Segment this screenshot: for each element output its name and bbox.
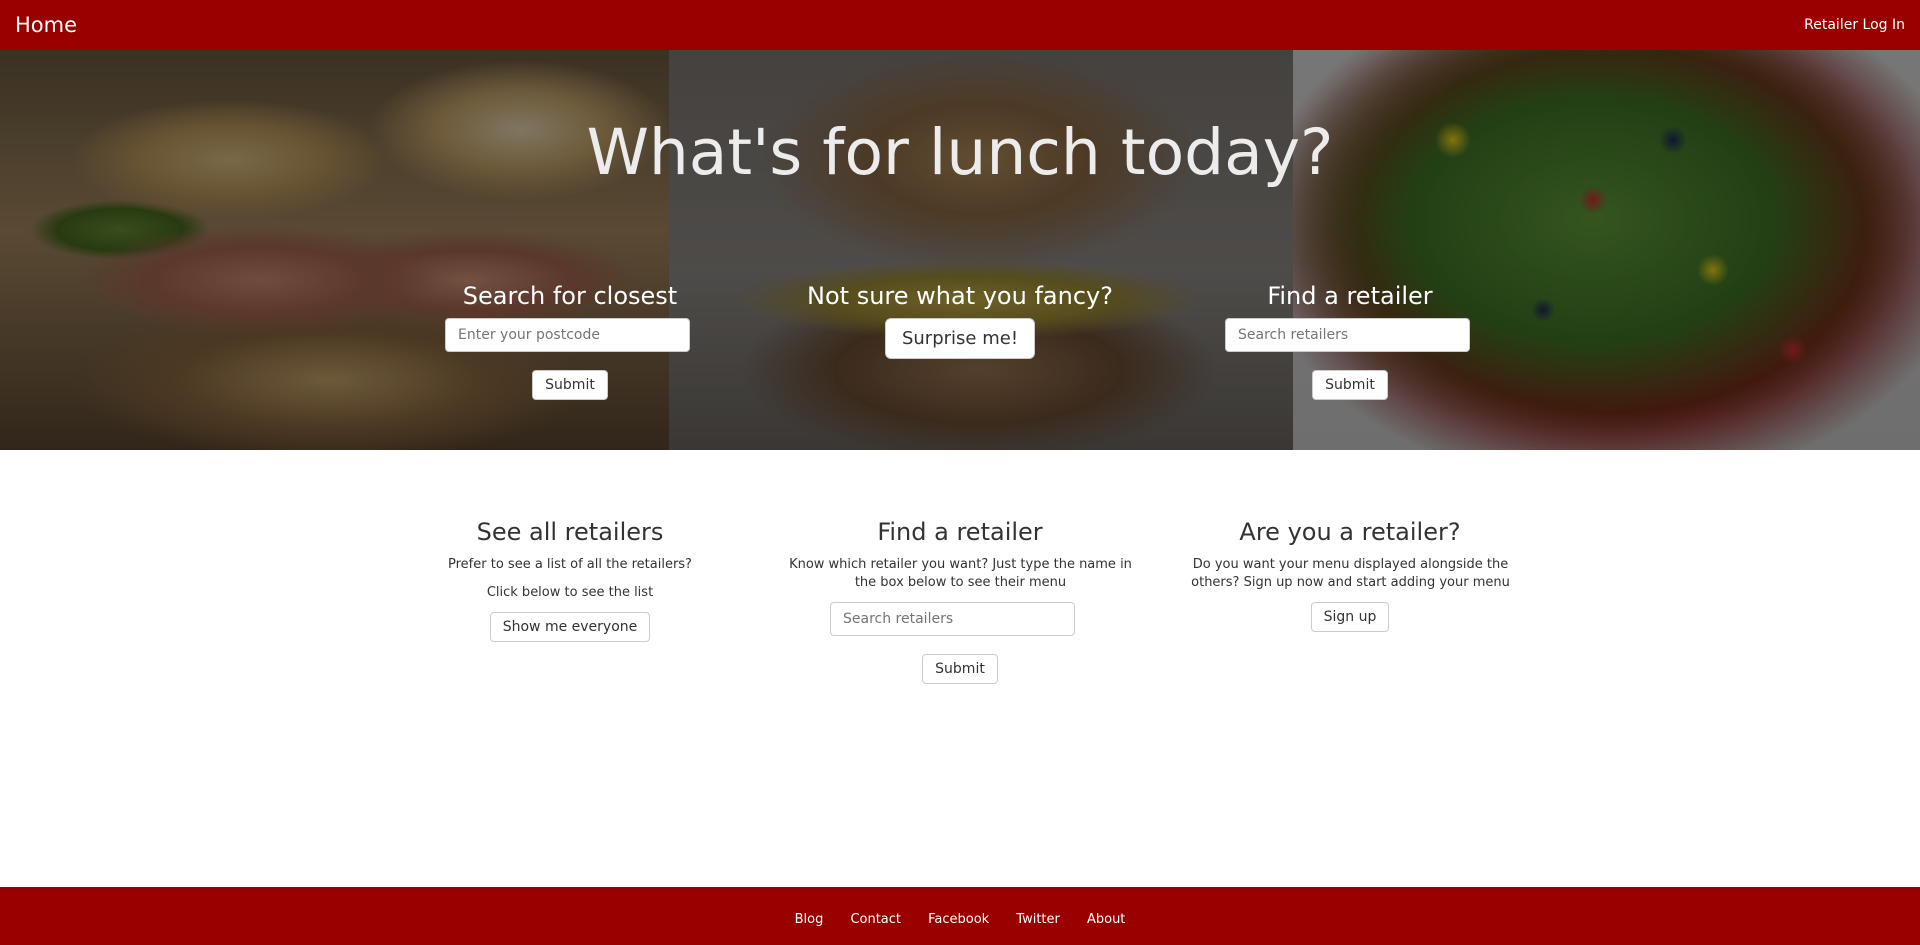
postcode-submit-button[interactable]: Submit xyxy=(532,370,608,400)
hero-find-retailer-section: Find a retailer Submit xyxy=(1170,282,1530,400)
postcode-input[interactable] xyxy=(445,318,690,352)
hero-banner: What's for lunch today? Search for close… xyxy=(0,50,1920,450)
are-you-retailer-section: Are you a retailer? Do you want your men… xyxy=(1170,518,1530,632)
hero-find-retailer-heading: Find a retailer xyxy=(1267,282,1433,310)
search-closest-section: Search for closest Submit xyxy=(390,282,750,400)
retailer-submit-button[interactable]: Submit xyxy=(922,654,998,684)
top-navbar: Home Retailer Log In xyxy=(0,0,1920,50)
hero-retailer-search-input[interactable] xyxy=(1225,318,1470,352)
retailer-search-input[interactable] xyxy=(830,602,1075,636)
are-you-retailer-heading: Are you a retailer? xyxy=(1239,518,1461,546)
see-all-heading: See all retailers xyxy=(476,518,664,546)
search-closest-heading: Search for closest xyxy=(462,282,678,310)
footer-link-blog[interactable]: Blog xyxy=(795,912,824,927)
sign-up-button[interactable]: Sign up xyxy=(1310,602,1390,632)
home-link[interactable]: Home xyxy=(15,13,77,37)
hero-overlay xyxy=(0,50,1920,450)
footer-link-contact[interactable]: Contact xyxy=(850,912,901,927)
show-everyone-button[interactable]: Show me everyone xyxy=(489,612,651,642)
see-all-text-2: Click below to see the list xyxy=(486,585,654,600)
footer-link-facebook[interactable]: Facebook xyxy=(928,912,989,927)
hero-title: What's for lunch today? xyxy=(586,116,1334,189)
find-retailer-section: Find a retailer Know which retailer you … xyxy=(780,518,1140,684)
find-retailer-heading: Find a retailer xyxy=(877,518,1043,546)
hero-retailer-submit-button[interactable]: Submit xyxy=(1312,370,1388,400)
surprise-heading: Not sure what you fancy? xyxy=(807,282,1113,310)
footer: Blog Contact Facebook Twitter About xyxy=(0,887,1920,945)
retailer-login-link[interactable]: Retailer Log In xyxy=(1804,17,1905,33)
see-all-retailers-section: See all retailers Prefer to see a list o… xyxy=(390,518,750,642)
footer-link-about[interactable]: About xyxy=(1087,912,1125,927)
surprise-me-button[interactable]: Surprise me! xyxy=(884,318,1036,359)
surprise-section: Not sure what you fancy? Surprise me! xyxy=(780,282,1140,359)
find-retailer-text: Know which retailer you want? Just type … xyxy=(789,557,1132,590)
see-all-text-1: Prefer to see a list of all the retailer… xyxy=(448,557,692,572)
footer-link-twitter[interactable]: Twitter xyxy=(1016,912,1060,927)
footer-links: Blog Contact Facebook Twitter About xyxy=(784,908,1137,927)
are-you-retailer-text: Do you want your menu displayed alongsid… xyxy=(1191,557,1510,590)
